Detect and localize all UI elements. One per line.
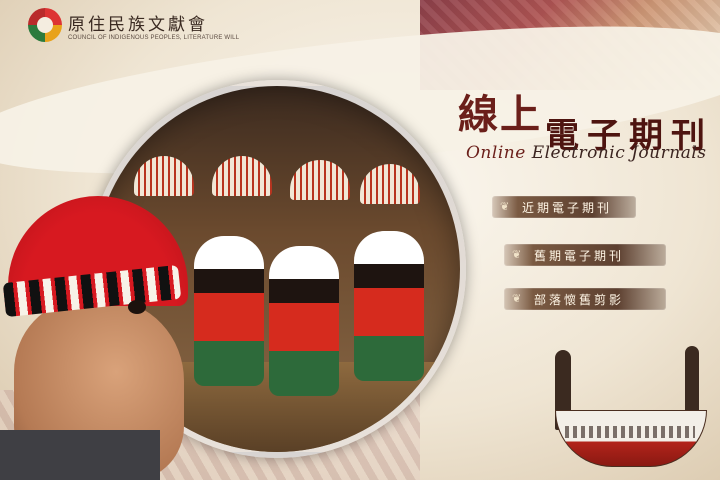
ornament-icon: ❦ xyxy=(512,292,522,305)
dancer-figure xyxy=(269,246,339,396)
ornament-icon: ❦ xyxy=(500,200,510,213)
headdress-shape xyxy=(360,164,420,204)
title-english: Online Electronic Journals xyxy=(466,143,707,163)
menu-item-label: 近期電子期刊 xyxy=(522,200,613,215)
headdress-shape xyxy=(290,160,350,200)
title-line-1: 線上 xyxy=(458,91,542,138)
canoe-hull xyxy=(555,410,707,467)
menu-past-journals-button[interactable]: ❦ 舊期電子期刊 xyxy=(504,244,666,266)
site-logo[interactable]: 原住民族文獻會 COUNCIL OF INDIGENOUS PEOPLES, L… xyxy=(28,8,239,42)
menu-item-label: 舊期電子期刊 xyxy=(534,248,625,263)
ornament-icon: ❦ xyxy=(512,248,522,261)
title-english-rest: Electronic Journals xyxy=(531,143,707,163)
page: 原住民族文獻會 COUNCIL OF INDIGENOUS PEOPLES, L… xyxy=(0,0,720,480)
logo-name-english: COUNCIL OF INDIGENOUS PEOPLES, LITERATUR… xyxy=(68,34,240,41)
dancer-figure xyxy=(194,236,264,386)
title-english-emphasis: Online xyxy=(466,143,526,163)
logo-emblem-icon xyxy=(28,8,62,42)
canoe-pattern xyxy=(565,426,695,438)
logo-name-chinese: 原住民族文獻會 xyxy=(68,14,208,35)
child-coat xyxy=(0,430,160,480)
canoe-illustration xyxy=(545,340,715,480)
menu-tribal-memories-button[interactable]: ❦ 部落懷舊剪影 xyxy=(504,288,666,310)
menu-recent-journals-button[interactable]: ❦ 近期電子期刊 xyxy=(492,196,636,218)
child-eye xyxy=(128,300,146,314)
headdress-shape xyxy=(134,156,194,196)
dancer-figure xyxy=(354,231,424,381)
menu-item-label: 部落懷舊剪影 xyxy=(534,292,625,307)
headdress-shape xyxy=(212,156,272,196)
